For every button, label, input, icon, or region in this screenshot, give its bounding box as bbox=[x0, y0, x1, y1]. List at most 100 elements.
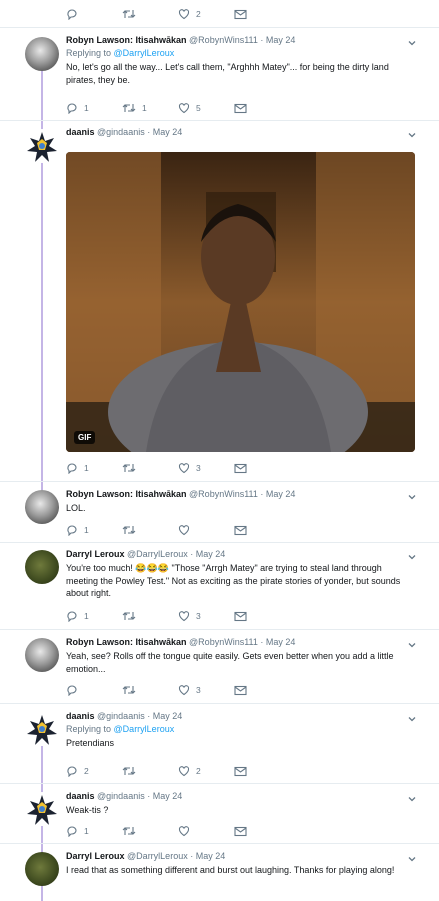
timestamp[interactable]: May 24 bbox=[196, 851, 226, 861]
handle[interactable]: @RobynWins111 bbox=[189, 35, 258, 45]
retweet-button[interactable] bbox=[122, 825, 142, 837]
like-button[interactable]: 5 bbox=[178, 102, 201, 114]
avatar[interactable] bbox=[25, 792, 59, 826]
replying-to-prefix: Replying to bbox=[66, 724, 112, 734]
display-name[interactable]: daanis bbox=[66, 791, 95, 801]
reply-count: 1 bbox=[84, 525, 89, 535]
retweet-button[interactable] bbox=[122, 524, 142, 536]
chevron-down-icon[interactable] bbox=[407, 854, 417, 864]
message-button[interactable] bbox=[234, 102, 247, 114]
retweet-button[interactable] bbox=[122, 684, 142, 696]
gif-media[interactable]: GIF bbox=[66, 152, 415, 452]
like-button[interactable]: 3 bbox=[178, 684, 201, 696]
dot-separator: · bbox=[190, 851, 194, 861]
timestamp[interactable]: May 24 bbox=[266, 637, 296, 647]
handle[interactable]: @RobynWins111 bbox=[189, 637, 258, 647]
direct-message-icon bbox=[234, 103, 247, 113]
like-button[interactable]: 2 bbox=[178, 765, 201, 777]
message-button[interactable] bbox=[234, 8, 247, 20]
like-button[interactable]: 2 bbox=[178, 8, 201, 20]
reply-button[interactable] bbox=[66, 8, 84, 20]
reply-icon bbox=[67, 463, 77, 474]
display-name[interactable]: Darryl Leroux bbox=[66, 549, 125, 559]
display-name[interactable]: Robyn Lawson: Itisahwākan bbox=[66, 35, 187, 45]
chevron-down-icon[interactable] bbox=[407, 794, 417, 804]
tweet-actions: 1 3 bbox=[66, 462, 266, 474]
retweet-button[interactable]: 1 bbox=[122, 102, 147, 114]
tweet-text: No, let's go all the way... Let's call t… bbox=[66, 62, 389, 85]
avatar[interactable] bbox=[25, 37, 59, 71]
chevron-down-icon[interactable] bbox=[407, 714, 417, 724]
retweet-icon bbox=[122, 10, 136, 18]
chevron-down-icon[interactable] bbox=[407, 130, 417, 140]
display-name[interactable]: daanis bbox=[66, 127, 95, 137]
reply-button[interactable] bbox=[66, 684, 84, 696]
retweet-button[interactable] bbox=[122, 610, 142, 622]
display-name[interactable]: Darryl Leroux bbox=[66, 851, 125, 861]
like-button[interactable] bbox=[178, 524, 196, 536]
tweet-actions: 1 3 bbox=[66, 610, 266, 622]
tweet-content: Darryl Leroux @DarrylLeroux · May 24 You… bbox=[66, 548, 409, 600]
timestamp[interactable]: May 24 bbox=[196, 549, 226, 559]
retweet-button[interactable] bbox=[122, 765, 142, 777]
handle[interactable]: @gindaanis bbox=[97, 127, 145, 137]
message-button[interactable] bbox=[234, 462, 247, 474]
reply-icon bbox=[67, 766, 77, 777]
timestamp[interactable]: May 24 bbox=[266, 489, 296, 499]
tweet-content: daanis @gindaanis · May 24 Replying to @… bbox=[66, 710, 409, 750]
like-button[interactable]: 3 bbox=[178, 610, 201, 622]
divider bbox=[0, 843, 439, 844]
timestamp[interactable]: May 24 bbox=[153, 791, 183, 801]
display-name[interactable]: daanis bbox=[66, 711, 95, 721]
avatar[interactable] bbox=[25, 490, 59, 524]
handle[interactable]: @RobynWins111 bbox=[189, 489, 258, 499]
timestamp[interactable]: May 24 bbox=[266, 35, 296, 45]
reply-button[interactable]: 1 bbox=[66, 102, 89, 114]
reply-button[interactable]: 2 bbox=[66, 765, 89, 777]
handle[interactable]: @DarrylLeroux bbox=[127, 549, 188, 559]
handle[interactable]: @gindaanis bbox=[97, 791, 145, 801]
chevron-down-icon[interactable] bbox=[407, 492, 417, 502]
handle[interactable]: @gindaanis bbox=[97, 711, 145, 721]
display-name[interactable]: Robyn Lawson: Itisahwākan bbox=[66, 637, 187, 647]
avatar[interactable] bbox=[25, 638, 59, 672]
like-count: 5 bbox=[196, 103, 201, 113]
message-button[interactable] bbox=[234, 765, 247, 777]
avatar[interactable] bbox=[25, 852, 59, 886]
tweet-actions: 3 bbox=[66, 684, 266, 696]
timestamp[interactable]: May 24 bbox=[153, 127, 183, 137]
avatar[interactable] bbox=[25, 550, 59, 584]
divider bbox=[0, 542, 439, 543]
divider bbox=[0, 120, 439, 121]
reply-button[interactable]: 1 bbox=[66, 462, 89, 474]
reply-button[interactable]: 1 bbox=[66, 610, 89, 622]
like-button[interactable]: 3 bbox=[178, 462, 201, 474]
avatar[interactable] bbox=[25, 129, 59, 163]
chevron-down-icon[interactable] bbox=[407, 552, 417, 562]
replying-to-link[interactable]: @DarrylLeroux bbox=[114, 48, 175, 58]
reply-count: 1 bbox=[84, 611, 89, 621]
handle[interactable]: @DarrylLeroux bbox=[127, 851, 188, 861]
heart-icon bbox=[178, 103, 190, 114]
chevron-down-icon[interactable] bbox=[407, 640, 417, 650]
message-button[interactable] bbox=[234, 524, 247, 536]
message-button[interactable] bbox=[234, 684, 247, 696]
replying-to-link[interactable]: @DarrylLeroux bbox=[114, 724, 175, 734]
tweet-text: Weak-tis ? bbox=[66, 805, 109, 815]
like-count: 2 bbox=[196, 766, 201, 776]
reply-button[interactable]: 1 bbox=[66, 524, 89, 536]
chevron-down-icon[interactable] bbox=[407, 38, 417, 48]
timestamp[interactable]: May 24 bbox=[153, 711, 183, 721]
tweet[interactable]: Darryl Leroux @DarrylLeroux · May 24 I r… bbox=[0, 850, 439, 901]
replying-to: Replying to @DarrylLeroux bbox=[66, 47, 409, 59]
avatar[interactable] bbox=[25, 712, 59, 746]
message-button[interactable] bbox=[234, 610, 247, 622]
retweet-button[interactable] bbox=[122, 8, 142, 20]
display-name[interactable]: Robyn Lawson: Itisahwākan bbox=[66, 489, 187, 499]
retweet-button[interactable] bbox=[122, 462, 142, 474]
message-button[interactable] bbox=[234, 825, 247, 837]
like-button[interactable] bbox=[178, 825, 196, 837]
reply-button[interactable]: 1 bbox=[66, 825, 89, 837]
tweet-text: I read that as something different and b… bbox=[66, 865, 395, 875]
avatar-image bbox=[27, 132, 57, 162]
